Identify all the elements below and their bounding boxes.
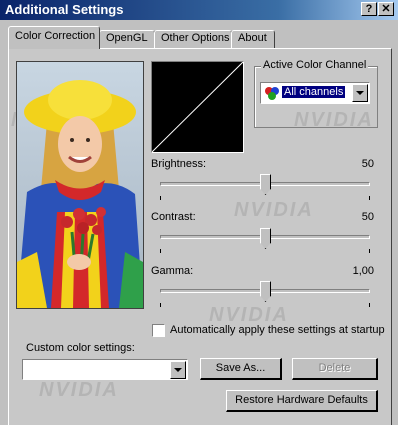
- title-bar[interactable]: Additional Settings ? ✕: [0, 0, 398, 20]
- gamma-value: 1,00: [352, 265, 374, 277]
- brightness-value: 50: [361, 158, 374, 170]
- auto-apply-label[interactable]: Automatically apply these settings at st…: [170, 324, 385, 336]
- dropdown-button[interactable]: [170, 361, 186, 379]
- tab-color-correction[interactable]: Color Correction: [8, 26, 100, 49]
- additional-settings-dialog: Additional Settings ? ✕ Color Correction…: [0, 0, 398, 425]
- slider-tick: [369, 303, 370, 307]
- save-as-button[interactable]: Save As...: [200, 358, 282, 380]
- slider-tick: [160, 303, 161, 307]
- custom-settings-label: Custom color settings:: [26, 342, 135, 354]
- watermark-logo: NVIDIA: [39, 379, 119, 401]
- dropdown-button[interactable]: [352, 84, 368, 102]
- tab-other-options[interactable]: Other Options: [154, 30, 232, 48]
- tab-opengl[interactable]: OpenGL: [99, 30, 155, 48]
- chevron-down-icon: [356, 91, 364, 95]
- slider-tick: [160, 249, 161, 253]
- slider-tick: [369, 196, 370, 200]
- active-color-channel-label: Active Color Channel: [261, 59, 369, 71]
- close-button[interactable]: ✕: [378, 2, 394, 16]
- chevron-down-icon: [174, 368, 182, 372]
- rgb-channels-icon: [265, 87, 279, 100]
- color-channel-value: All channels: [282, 86, 346, 98]
- contrast-label: Contrast:: [151, 211, 196, 223]
- gamma-label: Gamma:: [151, 265, 194, 277]
- contrast-value: 50: [361, 211, 374, 223]
- tab-about[interactable]: About: [231, 30, 275, 48]
- auto-apply-checkbox[interactable]: [152, 324, 165, 337]
- color-curve-graph: [151, 61, 244, 153]
- slider-tick: [369, 249, 370, 253]
- preview-photo: [16, 61, 144, 309]
- delete-button[interactable]: Delete: [292, 358, 378, 380]
- restore-defaults-button[interactable]: Restore Hardware Defaults: [226, 390, 378, 412]
- brightness-label: Brightness:: [151, 158, 207, 170]
- custom-settings-select[interactable]: [22, 359, 188, 380]
- slider-tick: [160, 196, 161, 200]
- window-title: Additional Settings: [5, 2, 124, 17]
- watermark-logo: NVIDIA: [234, 199, 314, 221]
- color-channel-select[interactable]: All channels: [260, 82, 370, 104]
- help-button[interactable]: ?: [361, 2, 377, 16]
